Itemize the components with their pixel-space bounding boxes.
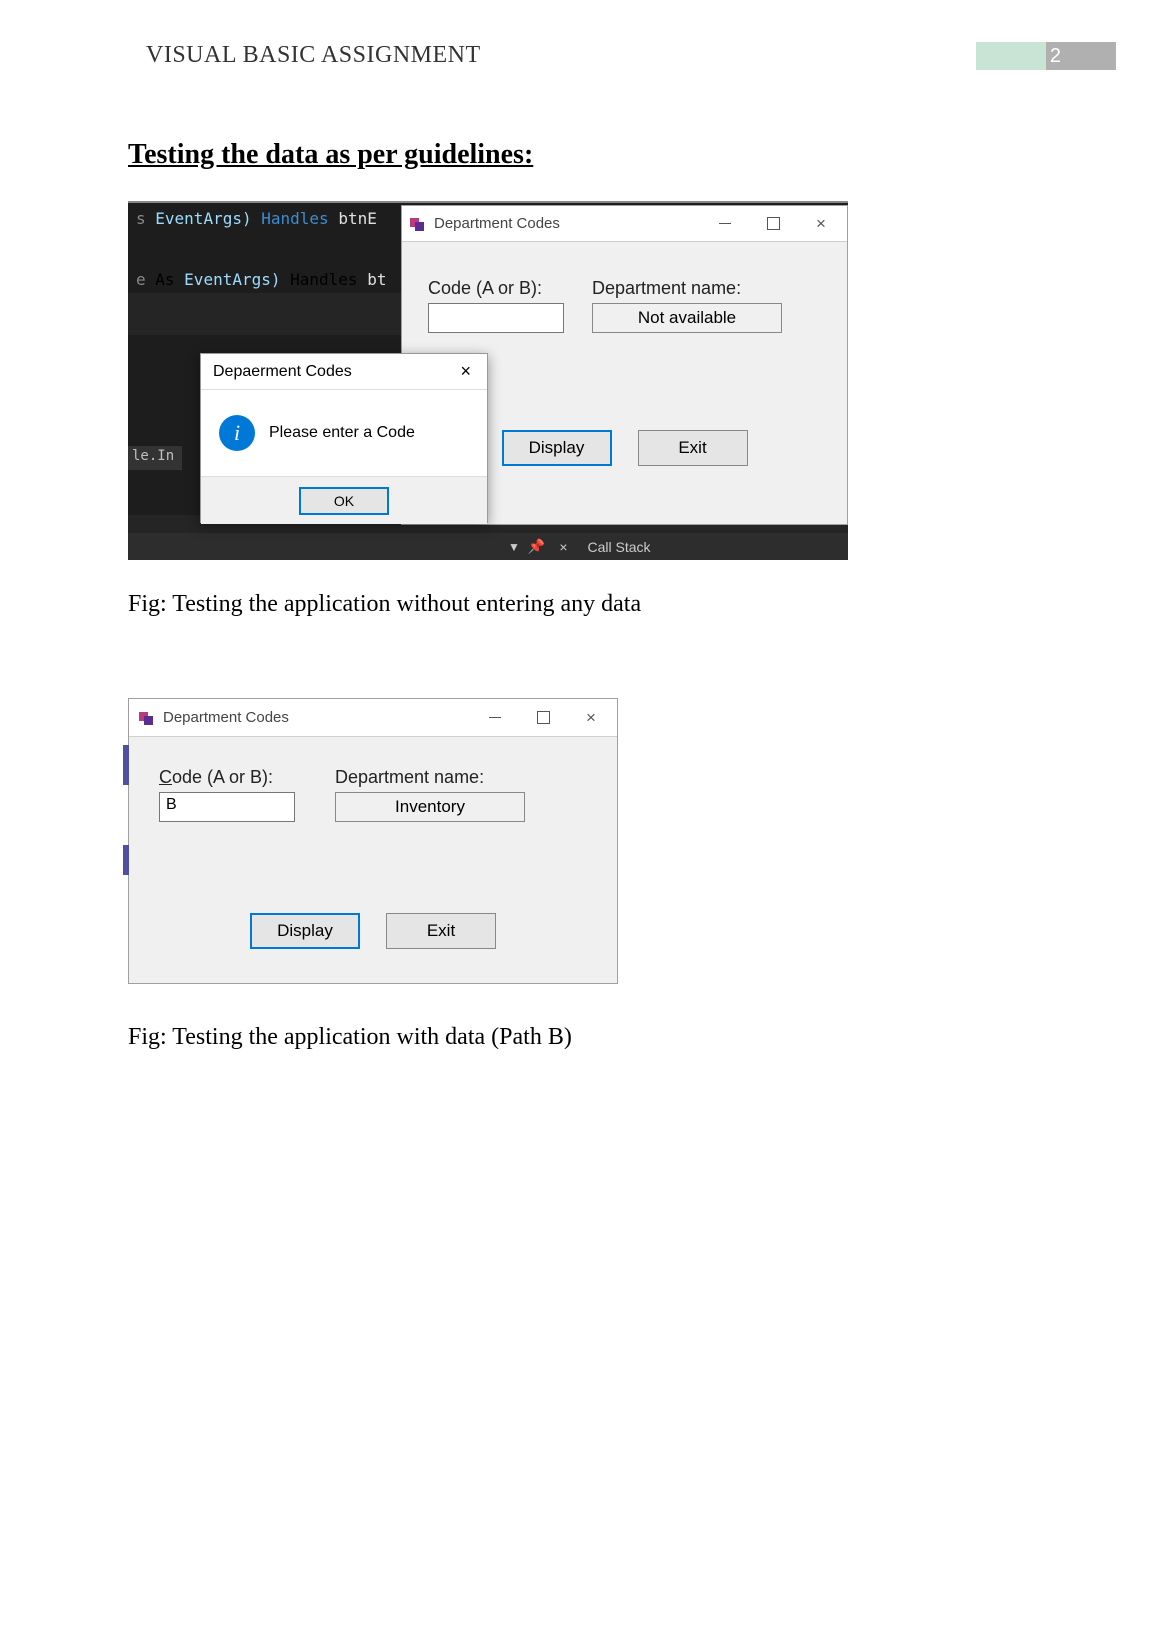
maximize-button-2[interactable] [519,700,567,736]
app-icon [410,216,426,232]
ide-bottom-bar: ▼ 📌 × Call Stack [128,533,848,560]
info-icon: i [219,415,255,451]
code-label: Code (A or B): [428,278,564,299]
department-name-value-2: Inventory [335,792,525,822]
caption-2: Fig: Testing the application with data (… [128,1024,1158,1051]
messagebox-title: Depaerment Codes [213,363,450,381]
messagebox: Depaerment Codes × i Please enter a Code… [200,353,488,523]
dropdown-icon[interactable]: ▼ [508,540,520,554]
window-titlebar[interactable]: Department Codes × [402,206,847,242]
screenshot-1: s EventArgs) Handles btnE e As EventArgs… [128,201,848,551]
display-button[interactable]: Display [502,430,612,466]
exit-button-2[interactable]: Exit [386,913,496,949]
window-title-2: Department Codes [163,709,471,726]
call-stack-tab[interactable]: Call Stack [588,539,651,555]
close-button[interactable]: × [797,206,845,242]
department-name-label: Department name: [592,278,782,299]
department-name-value: Not available [592,303,782,333]
window-titlebar-2[interactable]: Department Codes × [129,699,617,737]
code-input[interactable] [428,303,564,333]
page-number: 2 [1050,45,1061,68]
maximize-button[interactable] [749,206,797,242]
minimize-button[interactable] [701,206,749,242]
section-heading: Testing the data as per guidelines: [128,139,1158,171]
ok-button[interactable]: OK [299,487,389,515]
minimize-button-2[interactable] [471,700,519,736]
exit-button[interactable]: Exit [638,430,748,466]
display-button-2[interactable]: Display [250,913,360,949]
close-button-2[interactable]: × [567,700,615,736]
caption-1: Fig: Testing the application without ent… [128,591,1158,618]
code-label-2: Code (A or B): [159,767,295,788]
department-name-label-2: Department name: [335,767,525,788]
pin-icon[interactable]: 📌 [528,538,545,555]
window-title: Department Codes [434,215,701,232]
close-panel-icon[interactable]: × [559,539,567,555]
page-number-tab: 2 [976,42,1116,70]
messagebox-titlebar[interactable]: Depaerment Codes × [201,354,487,390]
screenshot-2: Department Codes × Code (A or B): B Depa… [128,698,618,984]
code-fragment-left: le.In [128,446,182,470]
app-icon-2 [139,710,155,726]
messagebox-text: Please enter a Code [269,424,415,442]
messagebox-close-button[interactable]: × [450,361,481,382]
doc-header: VISUAL BASIC ASSIGNMENT [146,42,481,69]
code-input-2[interactable]: B [159,792,295,822]
